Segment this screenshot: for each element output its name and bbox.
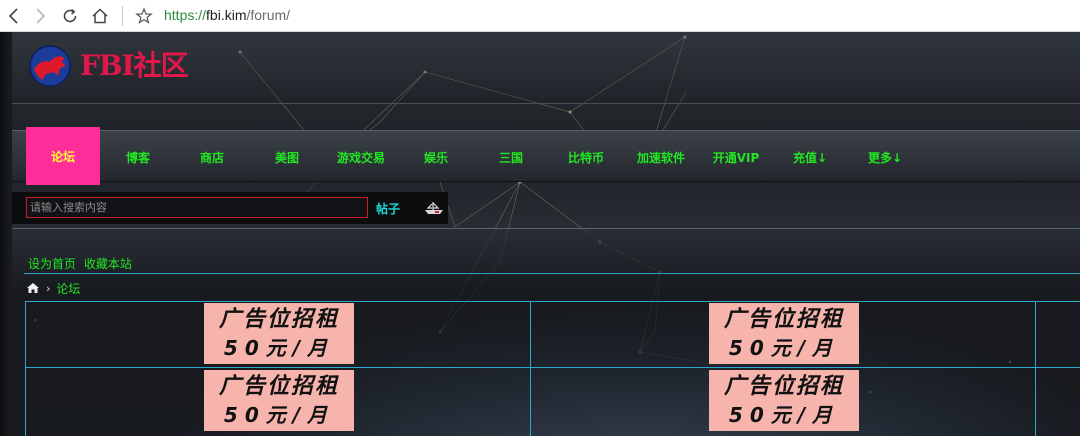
ad-text-line2: 50元/月 (223, 403, 335, 427)
nav-item-recharge[interactable]: 充值↓ (773, 131, 847, 183)
nav-item-three-kingdoms[interactable]: 三国 (474, 131, 548, 183)
url-path: /forum/ (246, 7, 291, 23)
ad-text-line1: 广告位招租 (723, 374, 844, 399)
ad-banner[interactable]: 广告位招租 50元/月 (709, 370, 859, 431)
site-logo[interactable] (28, 44, 72, 88)
search-input[interactable] (26, 197, 368, 218)
ad-cell: 广告位招租 50元/月 (531, 368, 1036, 436)
main-nav: 论坛 博客 商店 美图 游戏交易 娱乐 三国 比特币 加速软件 开通VIP 充值… (12, 127, 1080, 185)
ad-banner[interactable]: 广告位招租 50元/月 (204, 370, 354, 431)
url-protocol: https:// (164, 7, 207, 23)
search-button[interactable] (422, 197, 446, 219)
nav-item-accelerator[interactable]: 加速软件 (624, 131, 698, 183)
ad-banner[interactable]: 广告位招租 50元/月 (204, 303, 354, 364)
nav-item-entertainment[interactable]: 娱乐 (399, 131, 473, 183)
nav-item-forum[interactable]: 论坛 (26, 127, 100, 185)
search-type-select[interactable]: 帖子 (376, 200, 400, 217)
toolbar-divider (122, 6, 123, 26)
back-icon[interactable] (2, 4, 26, 28)
browser-toolbar: https://fbi.kim/forum/ (0, 0, 1080, 32)
nav-item-bitcoin[interactable]: 比特币 (549, 131, 623, 183)
ad-text-line2: 50元/月 (728, 336, 840, 360)
breadcrumb-separator-icon: › (46, 281, 51, 295)
quick-links: 设为首页 收藏本站 (28, 255, 136, 272)
forward-icon[interactable] (28, 4, 52, 28)
ad-text-line1: 广告位招租 (723, 307, 844, 332)
nav-item-blog[interactable]: 博客 (101, 131, 175, 183)
bookmark-star-icon[interactable] (132, 4, 156, 28)
search-ship-icon (425, 202, 443, 214)
left-edge-shadow (0, 32, 12, 436)
content-divider (24, 273, 1080, 274)
search-bar: 帖子 (12, 192, 448, 224)
site-name[interactable]: FBI社区 (80, 44, 189, 84)
ad-grid: 广告位招租 50元/月 广告位招租 50元/月 广告位招租 50元/月 广告位招… (25, 301, 1080, 436)
page-body: FBI社区 论坛 博客 商店 美图 游戏交易 娱乐 三国 比特币 加速软件 开通… (0, 32, 1080, 436)
ad-banner[interactable]: 广告位招租 50元/月 (709, 303, 859, 364)
url-host: fbi.kim (206, 7, 247, 23)
ad-cell: 广告位招租 50元/月 (26, 302, 531, 368)
ad-cell: 广告位招租 50元/月 (531, 302, 1036, 368)
nav-item-gallery[interactable]: 美图 (250, 131, 324, 183)
nav-item-store[interactable]: 商店 (175, 131, 249, 183)
nav-item-game-trade[interactable]: 游戏交易 (324, 131, 398, 183)
ad-text-line2: 50元/月 (223, 336, 335, 360)
ad-text-line1: 广告位招租 (218, 374, 339, 399)
ad-cell: 广告位招租 50元/月 (26, 368, 531, 436)
refresh-icon[interactable] (58, 4, 82, 28)
site-header: FBI社区 (12, 32, 1080, 104)
home-icon[interactable] (88, 4, 112, 28)
address-bar[interactable]: https://fbi.kim/forum/ (164, 7, 290, 23)
bookmark-site-link[interactable]: 收藏本站 (84, 257, 132, 271)
ad-cell (1036, 302, 1080, 368)
breadcrumb-current[interactable]: 论坛 (56, 280, 80, 297)
set-homepage-link[interactable]: 设为首页 (28, 257, 76, 271)
ad-text-line1: 广告位招租 (218, 307, 339, 332)
ad-cell (1036, 368, 1080, 436)
nav-item-vip[interactable]: 开通VIP (699, 131, 773, 183)
home-icon[interactable] (26, 282, 40, 294)
main-content: 设为首页 收藏本站 › 论坛 广告位招租 50元/月 广告位招租 50元/月 广… (12, 228, 1080, 436)
breadcrumb: › 论坛 (26, 280, 80, 296)
ad-text-line2: 50元/月 (728, 403, 840, 427)
nav-item-more[interactable]: 更多↓ (848, 131, 922, 183)
